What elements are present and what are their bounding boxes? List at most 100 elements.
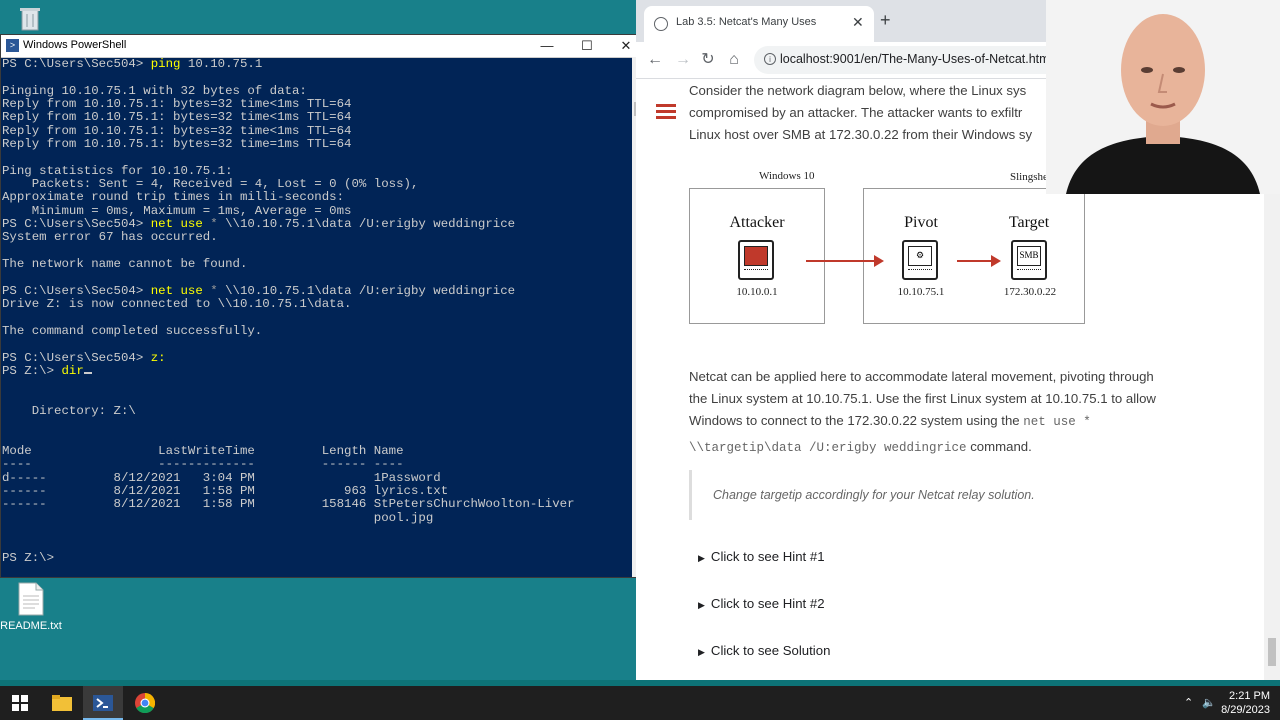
console-prompt: PS C:\Users\Sec504> bbox=[2, 217, 151, 232]
console-arg: \\10.10.75.1\data /U:erigby weddingrice bbox=[225, 217, 516, 232]
taskbar: ⌃ 🔈 2:21 PM 8/29/2023 bbox=[0, 686, 1280, 720]
hint-2-label: Click to see Hint #2 bbox=[710, 596, 825, 611]
console-command: net use bbox=[150, 283, 203, 298]
console-line: The command completed successfully. bbox=[2, 323, 263, 338]
console-line: Mode LastWriteTime Length Name bbox=[2, 443, 404, 458]
powershell-window[interactable]: > Windows PowerShell — ☐ ✕ PS C:\Users\S… bbox=[0, 34, 646, 578]
arrow-pivot-to-target bbox=[957, 255, 1001, 267]
console-line: System error 67 has occurred. bbox=[2, 230, 218, 245]
target-screen-label: SMB bbox=[1017, 246, 1041, 266]
inline-code: net use * bbox=[1023, 415, 1091, 429]
body-line: command. bbox=[966, 439, 1032, 454]
tab-title: Lab 3.5: Netcat's Many Uses bbox=[676, 16, 817, 28]
console-prompt: PS Z:\> bbox=[2, 363, 62, 378]
note-text: Change targetip accordingly for your Net… bbox=[713, 488, 1035, 502]
speaker-icon[interactable]: 🔈 bbox=[1202, 696, 1216, 709]
target-title: Target bbox=[1008, 214, 1050, 231]
target-ip: 172.30.0.22 bbox=[1003, 286, 1057, 298]
console-line: The network name cannot be found. bbox=[2, 257, 248, 272]
intro-line: compromised by an attacker. The attacker… bbox=[689, 105, 1023, 120]
console-line: Reply from 10.10.75.1: bytes=32 time<1ms… bbox=[2, 123, 352, 138]
intro-paragraph: Consider the network diagram below, wher… bbox=[689, 80, 1032, 146]
console-line: Reply from 10.10.75.1: bytes=32 time<1ms… bbox=[2, 97, 352, 112]
console-line: Pinging 10.10.75.1 with 32 bytes of data… bbox=[2, 83, 307, 98]
network-diagram: Windows 10 Slingshe Attacker 10.10.0.1 P… bbox=[689, 170, 1099, 330]
hint-2-toggle[interactable]: ▶ Click to see Hint #2 bbox=[698, 596, 825, 611]
console-command: net use bbox=[150, 217, 203, 232]
console-line: Drive Z: is now connected to \\10.10.75.… bbox=[2, 297, 352, 312]
presenter-webcam bbox=[1046, 0, 1280, 194]
powershell-title: Windows PowerShell bbox=[23, 39, 127, 51]
clock-date: 8/29/2023 bbox=[1221, 704, 1270, 716]
console-line: Reply from 10.10.75.1: bytes=32 time=1ms… bbox=[2, 137, 352, 152]
attacker-ip: 10.10.0.1 bbox=[736, 286, 778, 298]
menu-icon[interactable] bbox=[656, 104, 676, 122]
console-line: Packets: Sent = 4, Received = 4, Lost = … bbox=[2, 177, 419, 192]
recycle-bin-icon[interactable] bbox=[0, 4, 60, 37]
readme-file-label: README.txt bbox=[0, 620, 62, 632]
disclosure-triangle-icon: ▶ bbox=[698, 553, 705, 563]
powershell-title-bar[interactable]: > Windows PowerShell — ☐ ✕ bbox=[1, 35, 645, 58]
pivot-title: Pivot bbox=[904, 214, 938, 231]
chevron-up-icon[interactable]: ⌃ bbox=[1184, 696, 1193, 709]
attacker-title: Attacker bbox=[729, 214, 785, 231]
minimize-button[interactable]: — bbox=[527, 35, 567, 57]
linux-group-label: Slingshe bbox=[1010, 171, 1048, 183]
inline-code: \\targetip\data /U:erigby weddingrice bbox=[689, 441, 967, 455]
intro-line: Consider the network diagram below, wher… bbox=[689, 83, 1027, 98]
address-url[interactable]: localhost:9001/en/The-Many-Uses-of-Netca… bbox=[780, 52, 1052, 66]
new-tab-button[interactable]: + bbox=[880, 10, 891, 31]
site-info-icon[interactable]: i bbox=[764, 53, 776, 65]
page-scrollbar-thumb[interactable] bbox=[1268, 638, 1276, 666]
linux-group-box bbox=[863, 188, 1085, 324]
console-cursor bbox=[83, 371, 92, 374]
note-blockquote: Change targetip accordingly for your Net… bbox=[689, 470, 1129, 520]
solution-toggle[interactable]: ▶ Click to see Solution bbox=[698, 643, 830, 658]
intro-line: Linux host over SMB at 172.30.0.22 from … bbox=[689, 127, 1033, 142]
console-line: d----- 8/12/2021 3:04 PM 1Password bbox=[2, 470, 441, 485]
console-line: ------ 8/12/2021 1:58 PM 158146 StPeters… bbox=[2, 497, 575, 512]
body-line: the Linux system at 10.10.75.1. Use the … bbox=[689, 391, 1156, 406]
console-arg: \\10.10.75.1\data /U:erigby weddingrice bbox=[225, 283, 516, 298]
console-output[interactable]: PS C:\Users\Sec504> ping 10.10.75.1 Ping… bbox=[1, 57, 631, 577]
forward-icon[interactable]: → bbox=[672, 49, 694, 71]
globe-icon bbox=[654, 17, 668, 31]
console-command: z: bbox=[150, 350, 166, 365]
console-prompt: PS C:\Users\Sec504> bbox=[2, 57, 151, 71]
hint-1-label: Click to see Hint #1 bbox=[710, 549, 825, 564]
chrome-icon[interactable] bbox=[125, 686, 165, 720]
tab-active[interactable]: Lab 3.5: Netcat's Many Uses ✕ bbox=[644, 6, 874, 42]
back-icon[interactable]: ← bbox=[644, 49, 666, 71]
home-icon[interactable]: ⌂ bbox=[723, 49, 745, 71]
solution-label: Click to see Solution bbox=[710, 643, 831, 658]
hint-1-toggle[interactable]: ▶ Click to see Hint #1 bbox=[698, 549, 825, 564]
console-command: dir bbox=[61, 363, 84, 378]
pivot-computer-icon: ⚙ bbox=[902, 240, 938, 280]
console-line: Approximate round trip times in milli-se… bbox=[2, 190, 345, 205]
console-line: pool.jpg bbox=[2, 510, 434, 525]
console-line: ---- ------------- ------ ---- bbox=[2, 457, 404, 472]
tab-close-icon[interactable]: ✕ bbox=[852, 14, 864, 31]
attacker-computer-icon bbox=[738, 240, 774, 280]
body-paragraph: Netcat can be applied here to accommodat… bbox=[689, 366, 1209, 459]
console-wildcard: * bbox=[202, 283, 226, 298]
console-wildcard: * bbox=[202, 217, 226, 232]
start-button[interactable] bbox=[0, 686, 40, 720]
powershell-taskbar-icon[interactable] bbox=[83, 686, 123, 720]
console-line: Reply from 10.10.75.1: bytes=32 time<1ms… bbox=[2, 110, 352, 125]
windows-group-label: Windows 10 bbox=[759, 170, 815, 182]
maximize-button[interactable]: ☐ bbox=[567, 35, 607, 57]
reload-icon[interactable]: ↻ bbox=[697, 49, 719, 71]
console-prompt: PS C:\Users\Sec504> bbox=[2, 350, 151, 365]
console-line: Ping statistics for 10.10.75.1: bbox=[2, 163, 233, 178]
console-arg: 10.10.75.1 bbox=[180, 57, 263, 71]
file-explorer-icon[interactable] bbox=[42, 686, 82, 720]
readme-file-icon[interactable]: README.txt bbox=[0, 582, 62, 632]
pivot-ip: 10.10.75.1 bbox=[897, 286, 945, 298]
system-clock[interactable]: 2:21 PM 8/29/2023 bbox=[1221, 689, 1270, 717]
disclosure-triangle-icon: ▶ bbox=[698, 600, 705, 610]
console-line: Directory: Z:\ bbox=[2, 403, 136, 418]
console-line: Minimum = 0ms, Maximum = 1ms, Average = … bbox=[2, 203, 352, 218]
console-line: ------ 8/12/2021 1:58 PM 963 lyrics.txt bbox=[2, 484, 449, 498]
console-command: ping bbox=[150, 57, 181, 71]
